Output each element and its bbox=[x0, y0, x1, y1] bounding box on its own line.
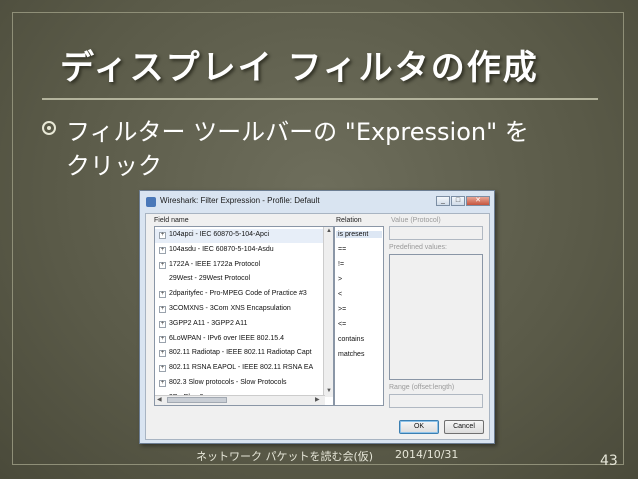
tree-vertical-scrollbar[interactable]: ▲ ▼ bbox=[323, 227, 333, 397]
ok-button[interactable]: OK bbox=[399, 420, 439, 434]
expand-icon[interactable]: + bbox=[159, 350, 166, 358]
relation-item[interactable]: == bbox=[338, 246, 346, 253]
field-tree-label: 1722A - IEEE 1722a Protocol bbox=[169, 260, 261, 268]
relation-item[interactable]: >= bbox=[338, 306, 346, 313]
range-input[interactable] bbox=[389, 394, 483, 408]
expand-icon[interactable]: + bbox=[159, 306, 166, 313]
field-tree-label: 104asdu - IEC 60870-5-104-Asdu bbox=[169, 245, 274, 253]
relation-list[interactable]: is present == != > < >= <= contains matches bbox=[334, 226, 384, 406]
field-tree-row[interactable]: 29West - 29West Protocol bbox=[155, 273, 325, 287]
field-tree-label: 802.11 Radiotap - IEEE 802.11 Radiotap C… bbox=[169, 349, 312, 357]
relation-item[interactable]: contains bbox=[338, 336, 364, 343]
minimize-icon[interactable]: _ bbox=[436, 196, 450, 206]
bullet-icon bbox=[42, 121, 56, 135]
relation-item[interactable]: < bbox=[338, 291, 342, 298]
expand-icon[interactable]: + bbox=[159, 380, 166, 387]
slide-background: ディスプレイ フィルタの作成 フィルター ツールバーの "Expression"… bbox=[0, 0, 638, 479]
slide-title: ディスプレイ フィルタの作成 bbox=[60, 48, 539, 88]
relation-item[interactable]: <= bbox=[338, 321, 346, 328]
field-tree-label: 3GPP2 A11 - 3GPP2 A11 bbox=[169, 319, 248, 327]
dialog-client-area: Field name Relation Value (Protocol) +9P… bbox=[145, 213, 490, 440]
range-label: Range (offset:length) bbox=[389, 384, 455, 391]
scroll-left-icon[interactable]: ◀ bbox=[157, 396, 162, 403]
bullet-line-2: クリック bbox=[66, 152, 162, 180]
footer-text: ネットワーク パケットを読む会(仮) bbox=[196, 450, 374, 463]
expand-icon[interactable]: + bbox=[159, 335, 166, 343]
bullet-text: フィルター ツールバーの "Expression" を クリック bbox=[66, 115, 606, 183]
bullet-line-1: フィルター ツールバーの "Expression" を bbox=[66, 118, 529, 146]
expand-icon[interactable]: + bbox=[159, 320, 166, 328]
relation-item[interactable]: matches bbox=[338, 351, 364, 358]
value-input[interactable] bbox=[389, 226, 483, 240]
cancel-button[interactable]: Cancel bbox=[444, 420, 484, 434]
wireshark-fin-icon bbox=[146, 197, 156, 207]
field-name-label: Field name bbox=[154, 217, 189, 224]
relation-item[interactable]: > bbox=[338, 276, 342, 283]
expand-icon[interactable]: + bbox=[159, 232, 166, 239]
field-tree-label: 29West - 29West Protocol bbox=[169, 275, 251, 283]
predefined-values-list[interactable] bbox=[389, 254, 483, 380]
predefined-values-label: Predefined values: bbox=[389, 244, 447, 251]
field-tree-row[interactable]: +802.11 Radiotap - IEEE 802.11 Radiotap … bbox=[155, 347, 325, 361]
dialog-title: Wireshark: Filter Expression - Profile: … bbox=[160, 196, 320, 205]
scroll-down-icon[interactable]: ▼ bbox=[326, 388, 332, 394]
dialog-titlebar: Wireshark: Filter Expression - Profile: … bbox=[140, 191, 494, 213]
page-number: 43 bbox=[600, 453, 618, 469]
value-label: Value (Protocol) bbox=[391, 217, 441, 224]
field-tree-label: 6LoWPAN - IPv6 over IEEE 802.15.4 bbox=[169, 334, 285, 342]
field-tree-label: 2dparityfec - Pro-MPEG Code of Practice … bbox=[169, 290, 307, 298]
footer-date: 2014/10/31 bbox=[395, 448, 459, 461]
field-tree-row[interactable]: +3COMXNS - 3Com XNS Encapsulation bbox=[155, 303, 325, 317]
field-name-tree[interactable]: +9P - Plan 9+802.3 Slow protocols - Slow… bbox=[154, 226, 334, 406]
field-tree-row[interactable]: +802.11 RSNA EAPOL - IEEE 802.11 RSNA EA bbox=[155, 362, 325, 376]
maximize-icon[interactable]: □ bbox=[451, 196, 465, 206]
expand-icon[interactable]: + bbox=[159, 365, 166, 373]
field-tree-label: 104apci - IEC 60870-5-104-Apci bbox=[169, 231, 270, 238]
expand-icon[interactable]: + bbox=[159, 246, 166, 254]
title-divider bbox=[42, 98, 598, 100]
tree-horizontal-scrollbar[interactable]: ◀ ▶ bbox=[155, 395, 325, 405]
field-tree-row[interactable]: +6LoWPAN - IPv6 over IEEE 802.15.4 bbox=[155, 333, 325, 347]
relation-item[interactable]: != bbox=[338, 261, 344, 268]
field-tree-label: 802.3 Slow protocols - Slow Protocols bbox=[169, 379, 287, 386]
field-tree-row[interactable]: +104apci - IEC 60870-5-104-Apci bbox=[155, 229, 325, 243]
expand-icon[interactable]: + bbox=[159, 291, 166, 299]
filter-expression-dialog: Wireshark: Filter Expression - Profile: … bbox=[139, 190, 495, 444]
scroll-up-icon[interactable]: ▲ bbox=[326, 228, 332, 234]
relation-label: Relation bbox=[336, 217, 362, 224]
scroll-right-icon[interactable]: ▶ bbox=[315, 396, 320, 403]
field-tree-row[interactable]: +2dparityfec - Pro-MPEG Code of Practice… bbox=[155, 288, 325, 302]
field-tree-row[interactable]: +104asdu - IEC 60870-5-104-Asdu bbox=[155, 244, 325, 258]
scrollbar-thumb[interactable] bbox=[167, 397, 227, 403]
field-tree-label: 3COMXNS - 3Com XNS Encapsulation bbox=[169, 305, 291, 312]
field-tree-row[interactable]: +802.3 Slow protocols - Slow Protocols bbox=[155, 377, 325, 391]
field-tree-label: 802.11 RSNA EAPOL - IEEE 802.11 RSNA EA bbox=[169, 364, 314, 372]
field-tree-row[interactable]: +1722A - IEEE 1722a Protocol bbox=[155, 259, 325, 273]
close-icon[interactable]: ✕ bbox=[466, 196, 490, 206]
field-tree-row[interactable]: +3GPP2 A11 - 3GPP2 A11 bbox=[155, 318, 325, 332]
expand-icon[interactable]: + bbox=[159, 261, 166, 269]
relation-item[interactable]: is present bbox=[336, 231, 382, 238]
